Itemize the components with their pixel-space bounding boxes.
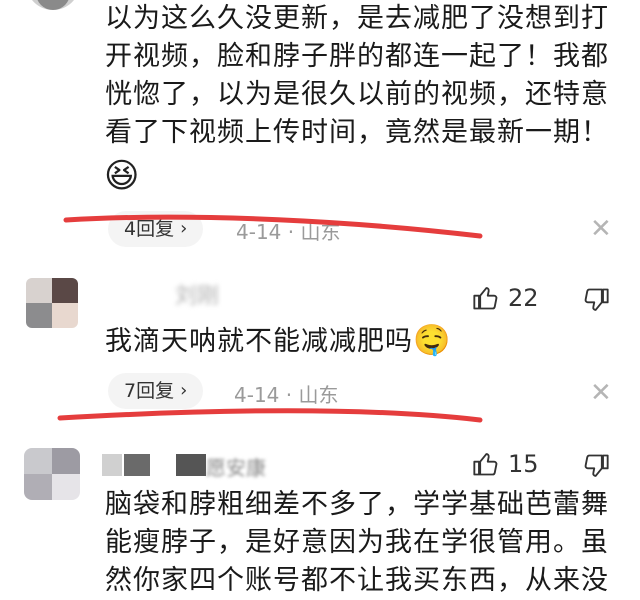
avatar[interactable] — [26, 278, 78, 328]
thumbs-up-icon — [473, 453, 498, 476]
comment-date: 4-14 — [234, 383, 280, 407]
like-button[interactable] — [472, 450, 500, 482]
separator: · — [285, 383, 293, 407]
like-button[interactable] — [472, 284, 500, 316]
comment-meta: 4-14 · 山东 — [234, 379, 338, 408]
reply-count-label: 7回复 — [124, 380, 175, 402]
thumbs-up-icon — [473, 287, 498, 310]
comment-text-line: 然你家四个账号都不让我买东西，从来没 — [105, 565, 609, 596]
comment-location: 山东 — [298, 383, 339, 407]
like-count: 22 — [508, 284, 539, 312]
thumbs-down-icon — [584, 288, 609, 311]
comment-text-line: 脑袋和脖粗细差不多了，学学基础芭蕾舞 — [105, 489, 609, 520]
comment-text: 脑袋和脖粗细差不多了，学学基础芭蕾舞 能瘦脖子，是好意因为我在学很管用。虽 然你… — [105, 486, 635, 600]
dislike-button[interactable] — [582, 452, 610, 484]
username[interactable]: 愿安康 — [102, 454, 302, 480]
comment-text: 我滴天呐就不能减减肥吗🤤 — [105, 322, 451, 361]
reply-button[interactable]: 7回复 › — [108, 373, 204, 409]
avatar[interactable] — [24, 448, 80, 500]
username-text: 愿安康 — [206, 456, 266, 480]
username-text: 刘刚 — [175, 284, 220, 309]
close-icon[interactable]: ✕ — [590, 380, 612, 406]
chevron-right-icon: › — [180, 380, 188, 401]
drooling-emoji: 🤤 — [413, 323, 452, 358]
thumbs-down-icon — [584, 454, 609, 477]
comment-text-line: 我滴天呐就不能减减肥吗 — [105, 326, 413, 357]
like-count: 15 — [508, 450, 539, 478]
username[interactable]: 刘刚 — [175, 278, 219, 310]
comment-text-line: 能瘦脖子，是好意因为我在学很管用。虽 — [105, 527, 609, 558]
dislike-button[interactable] — [582, 286, 610, 318]
